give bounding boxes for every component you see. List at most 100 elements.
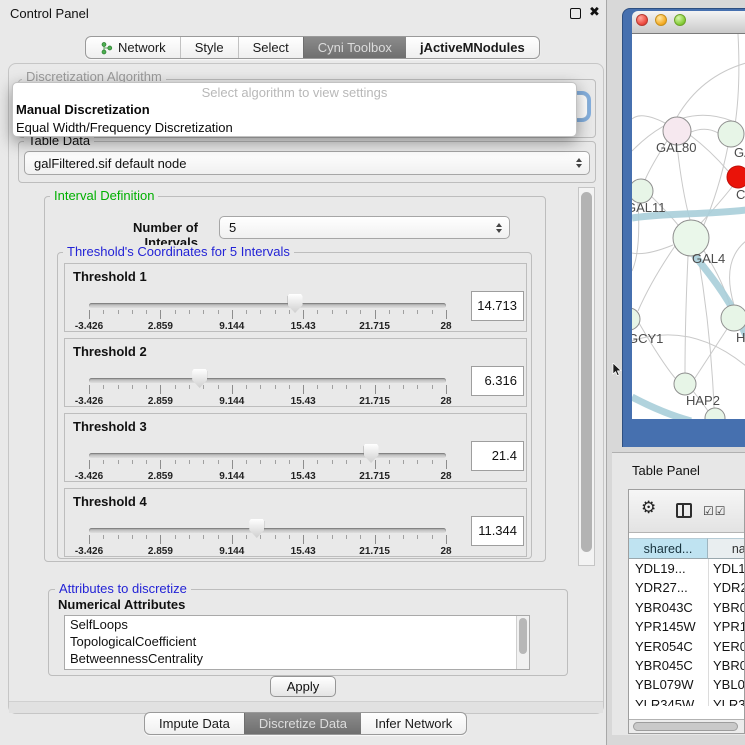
threshold-3-box: Threshold 3-3.4262.8599.14415.4321.71528… xyxy=(64,413,527,482)
network-canvas[interactable]: GAL80GACGAL11GAL4GCY1HHAP2 xyxy=(632,34,745,419)
slider-tick-labels: -3.4262.8599.14415.4321.71528 xyxy=(89,321,446,333)
network-node-h[interactable] xyxy=(721,305,745,331)
numerical-attributes-list[interactable]: SelfLoopsTopologicalCoefficientBetweenne… xyxy=(64,615,530,670)
table-cell: YBR0... xyxy=(708,598,745,617)
top-tab-network[interactable]: Network xyxy=(86,37,180,58)
numerical-attributes-label: Numerical Attributes xyxy=(58,597,185,612)
slider-tick-labels: -3.4262.8599.14415.4321.71528 xyxy=(89,471,446,483)
table-row[interactable]: YPR145WYPR1... xyxy=(629,617,745,636)
column-header-shared[interactable]: shared... xyxy=(629,538,708,559)
control-panel-titlebar: Control Panel ✖ xyxy=(0,0,606,26)
table-data-combobox[interactable]: galFiltered.sif default node xyxy=(24,151,590,175)
column-divider xyxy=(708,559,709,706)
attribute-item-topologicalcoefficient[interactable]: TopologicalCoefficient xyxy=(65,633,529,650)
table-cell: YER0... xyxy=(708,637,745,656)
combobox-arrows-icon xyxy=(496,217,502,238)
close-icon[interactable]: ✖ xyxy=(589,4,600,20)
threshold-value-field[interactable]: 21.4 xyxy=(471,441,524,471)
slider-track[interactable] xyxy=(89,453,446,458)
threshold-1-box: Threshold 1 -3.4262.8599.14415.4321.71528… xyxy=(64,263,527,332)
threshold-value-field[interactable]: 6.316 xyxy=(471,366,524,396)
list-scrollbar[interactable] xyxy=(516,616,529,669)
top-tab-select[interactable]: Select xyxy=(238,37,303,58)
table-row[interactable]: YBL079WYBL0... xyxy=(629,675,745,694)
table-row[interactable]: YER054CYER0... xyxy=(629,637,745,656)
table-rows: YDL19...YDL1...YDR27...YDR2...YBR043CYBR… xyxy=(629,559,745,706)
top-tab-style[interactable]: Style xyxy=(180,37,238,58)
threshold-label: Threshold 4 xyxy=(73,494,147,509)
control-panel: Control Panel ✖ Network Style SelectCyni T… xyxy=(0,0,607,745)
panel-title: Control Panel xyxy=(10,6,89,21)
threshold-value-field[interactable]: 11.344 xyxy=(471,516,524,546)
dropdown-option-manual-discretization[interactable]: Manual Discretization xyxy=(13,101,576,119)
node-label: GAL4 xyxy=(692,251,725,266)
list-scrollbar-thumb[interactable] xyxy=(519,618,527,654)
gear-icon[interactable]: ⚙ xyxy=(641,498,656,518)
column-layout-icon[interactable] xyxy=(676,503,692,518)
float-window-icon[interactable] xyxy=(570,8,581,19)
node-table: ⚙ ☑☑ shared...name YDL19...YDL1...YDR27.… xyxy=(628,489,745,734)
network-node-ga[interactable] xyxy=(718,121,744,147)
slider-track[interactable] xyxy=(89,303,446,308)
combobox-arrows-icon xyxy=(576,152,582,174)
attribute-item-selfloops[interactable]: SelfLoops xyxy=(65,616,529,633)
settings-vertical-scrollbar[interactable] xyxy=(578,187,595,566)
table-cell: YER054C xyxy=(629,637,708,656)
table-cell: YDL1... xyxy=(708,559,745,578)
slider-tick-labels: -3.4262.8599.14415.4321.71528 xyxy=(89,546,446,558)
threshold-label: Threshold 1 xyxy=(73,269,147,284)
node-label: GAL80 xyxy=(656,140,696,155)
minimize-traffic-light-icon[interactable] xyxy=(655,14,667,26)
table-cell: YLR345W xyxy=(629,695,708,706)
table-cell: YBR0... xyxy=(708,656,745,675)
node-label: C xyxy=(736,187,745,202)
table-row[interactable]: YLR345WYLR3... xyxy=(629,695,745,706)
network-node-gcy1[interactable] xyxy=(632,308,640,330)
node-label: GA xyxy=(734,145,745,160)
table-data-combobox-value: galFiltered.sif default node xyxy=(34,156,186,171)
select-columns-icon[interactable]: ☑☑ xyxy=(703,504,727,518)
slider-track[interactable] xyxy=(89,528,446,533)
table-cell: YBL0... xyxy=(708,675,745,694)
tab-label: Impute Data xyxy=(159,716,230,731)
bottom-tab-infer-network[interactable]: Infer Network xyxy=(361,713,466,734)
threshold-value-field[interactable]: 14.713 xyxy=(471,291,524,321)
top-tab-cyni-toolbox[interactable]: Cyni Toolbox xyxy=(303,37,406,58)
network-node-hap2[interactable] xyxy=(674,373,696,395)
hscrollbar-thumb[interactable] xyxy=(633,722,738,731)
table-row[interactable]: YBR043CYBR0... xyxy=(629,598,745,617)
table-row[interactable]: YDL19...YDL1... xyxy=(629,559,745,578)
network-node-c[interactable] xyxy=(727,166,745,188)
number-of-intervals-combobox[interactable]: 5 xyxy=(219,216,510,239)
close-traffic-light-icon[interactable] xyxy=(636,14,648,26)
dropdown-option-equal-width-frequency-discretization[interactable]: Equal Width/Frequency Discretization xyxy=(13,119,576,137)
table-cell: YDR27... xyxy=(629,578,708,597)
table-toolbar: ⚙ ☑☑ xyxy=(629,490,744,533)
slider-ticks xyxy=(89,310,446,320)
scrollbar-thumb[interactable] xyxy=(581,192,592,552)
node-label: GCY1 xyxy=(632,331,663,346)
zoom-traffic-light-icon[interactable] xyxy=(674,14,686,26)
network-node[interactable] xyxy=(705,408,725,419)
column-header-name[interactable]: name xyxy=(708,538,745,559)
tab-label: Style xyxy=(195,40,224,55)
bottom-tab-bar: Impute Data Discretize DataInfer Network xyxy=(144,712,467,735)
node-label: H xyxy=(736,330,745,345)
table-cell: YDR2... xyxy=(708,578,745,597)
network-window[interactable]: GAL80GACGAL11GAL4GCY1HHAP2 xyxy=(622,8,745,447)
table-row[interactable]: YBR045CYBR0... xyxy=(629,656,745,675)
apply-button[interactable]: Apply xyxy=(270,676,336,697)
table-horizontal-scrollbar[interactable] xyxy=(629,719,744,733)
tab-label: Network xyxy=(118,40,166,55)
slider-track[interactable] xyxy=(89,378,446,383)
number-of-intervals-value: 5 xyxy=(229,220,236,235)
attribute-item-betweennesscentrality[interactable]: BetweennessCentrality xyxy=(65,650,529,667)
top-tab-jactivemnodules[interactable]: jActiveMNodules xyxy=(406,37,539,58)
bottom-tab-discretize-data[interactable]: Discretize Data xyxy=(244,713,361,734)
slider-tick-labels: -3.4262.8599.14415.4321.71528 xyxy=(89,396,446,408)
dropdown-hint: Select algorithm to view settings xyxy=(13,83,576,101)
slider-ticks xyxy=(89,385,446,395)
network-window-titlebar[interactable] xyxy=(632,11,745,34)
table-row[interactable]: YDR27...YDR2... xyxy=(629,578,745,597)
bottom-tab-impute-data[interactable]: Impute Data xyxy=(145,713,244,734)
